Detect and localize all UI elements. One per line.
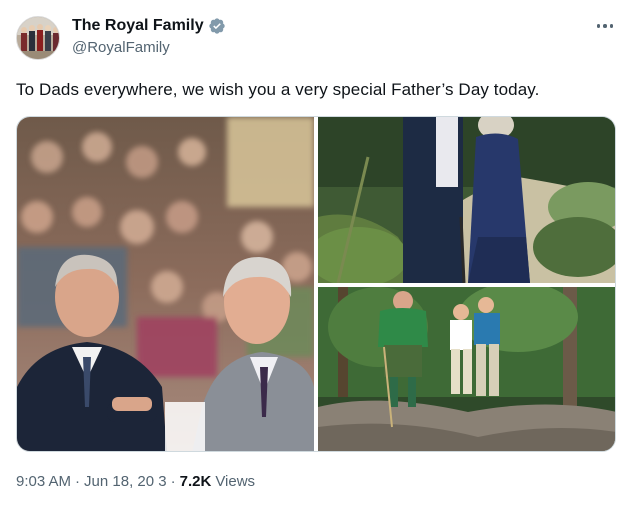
views-label: Views bbox=[215, 473, 256, 490]
tweet-time[interactable]: 9:03 AM bbox=[16, 473, 71, 490]
photo-family-in-forest[interactable] bbox=[318, 287, 615, 451]
meta-separator-2: · bbox=[170, 473, 176, 490]
tweet-card: The Royal Family @RoyalFamily To Dads ev… bbox=[0, 0, 634, 506]
media-grid bbox=[16, 116, 616, 452]
verified-badge-icon[interactable] bbox=[208, 17, 226, 35]
author-handle[interactable]: @RoyalFamily bbox=[72, 39, 170, 56]
views-count: 7.2K bbox=[179, 473, 212, 490]
author-name-row: The Royal Family bbox=[72, 17, 226, 35]
more-options-icon[interactable] bbox=[590, 15, 620, 37]
photo-two-men-laughing[interactable] bbox=[17, 117, 314, 451]
tweet-meta: 9:03 AM · Jun 18, 20 3 · 7.2K Views bbox=[16, 473, 255, 490]
display-name[interactable]: The Royal Family bbox=[72, 17, 204, 35]
photo-couple-in-garden[interactable] bbox=[318, 117, 615, 283]
royal-family-avatar-icon bbox=[17, 17, 59, 59]
meta-separator: · bbox=[75, 473, 81, 490]
tweet-text: To Dads everywhere, we wish you a very s… bbox=[16, 80, 540, 99]
profile-avatar[interactable] bbox=[16, 16, 60, 60]
tweet-date[interactable]: Jun 18, 20 3 bbox=[84, 473, 167, 490]
